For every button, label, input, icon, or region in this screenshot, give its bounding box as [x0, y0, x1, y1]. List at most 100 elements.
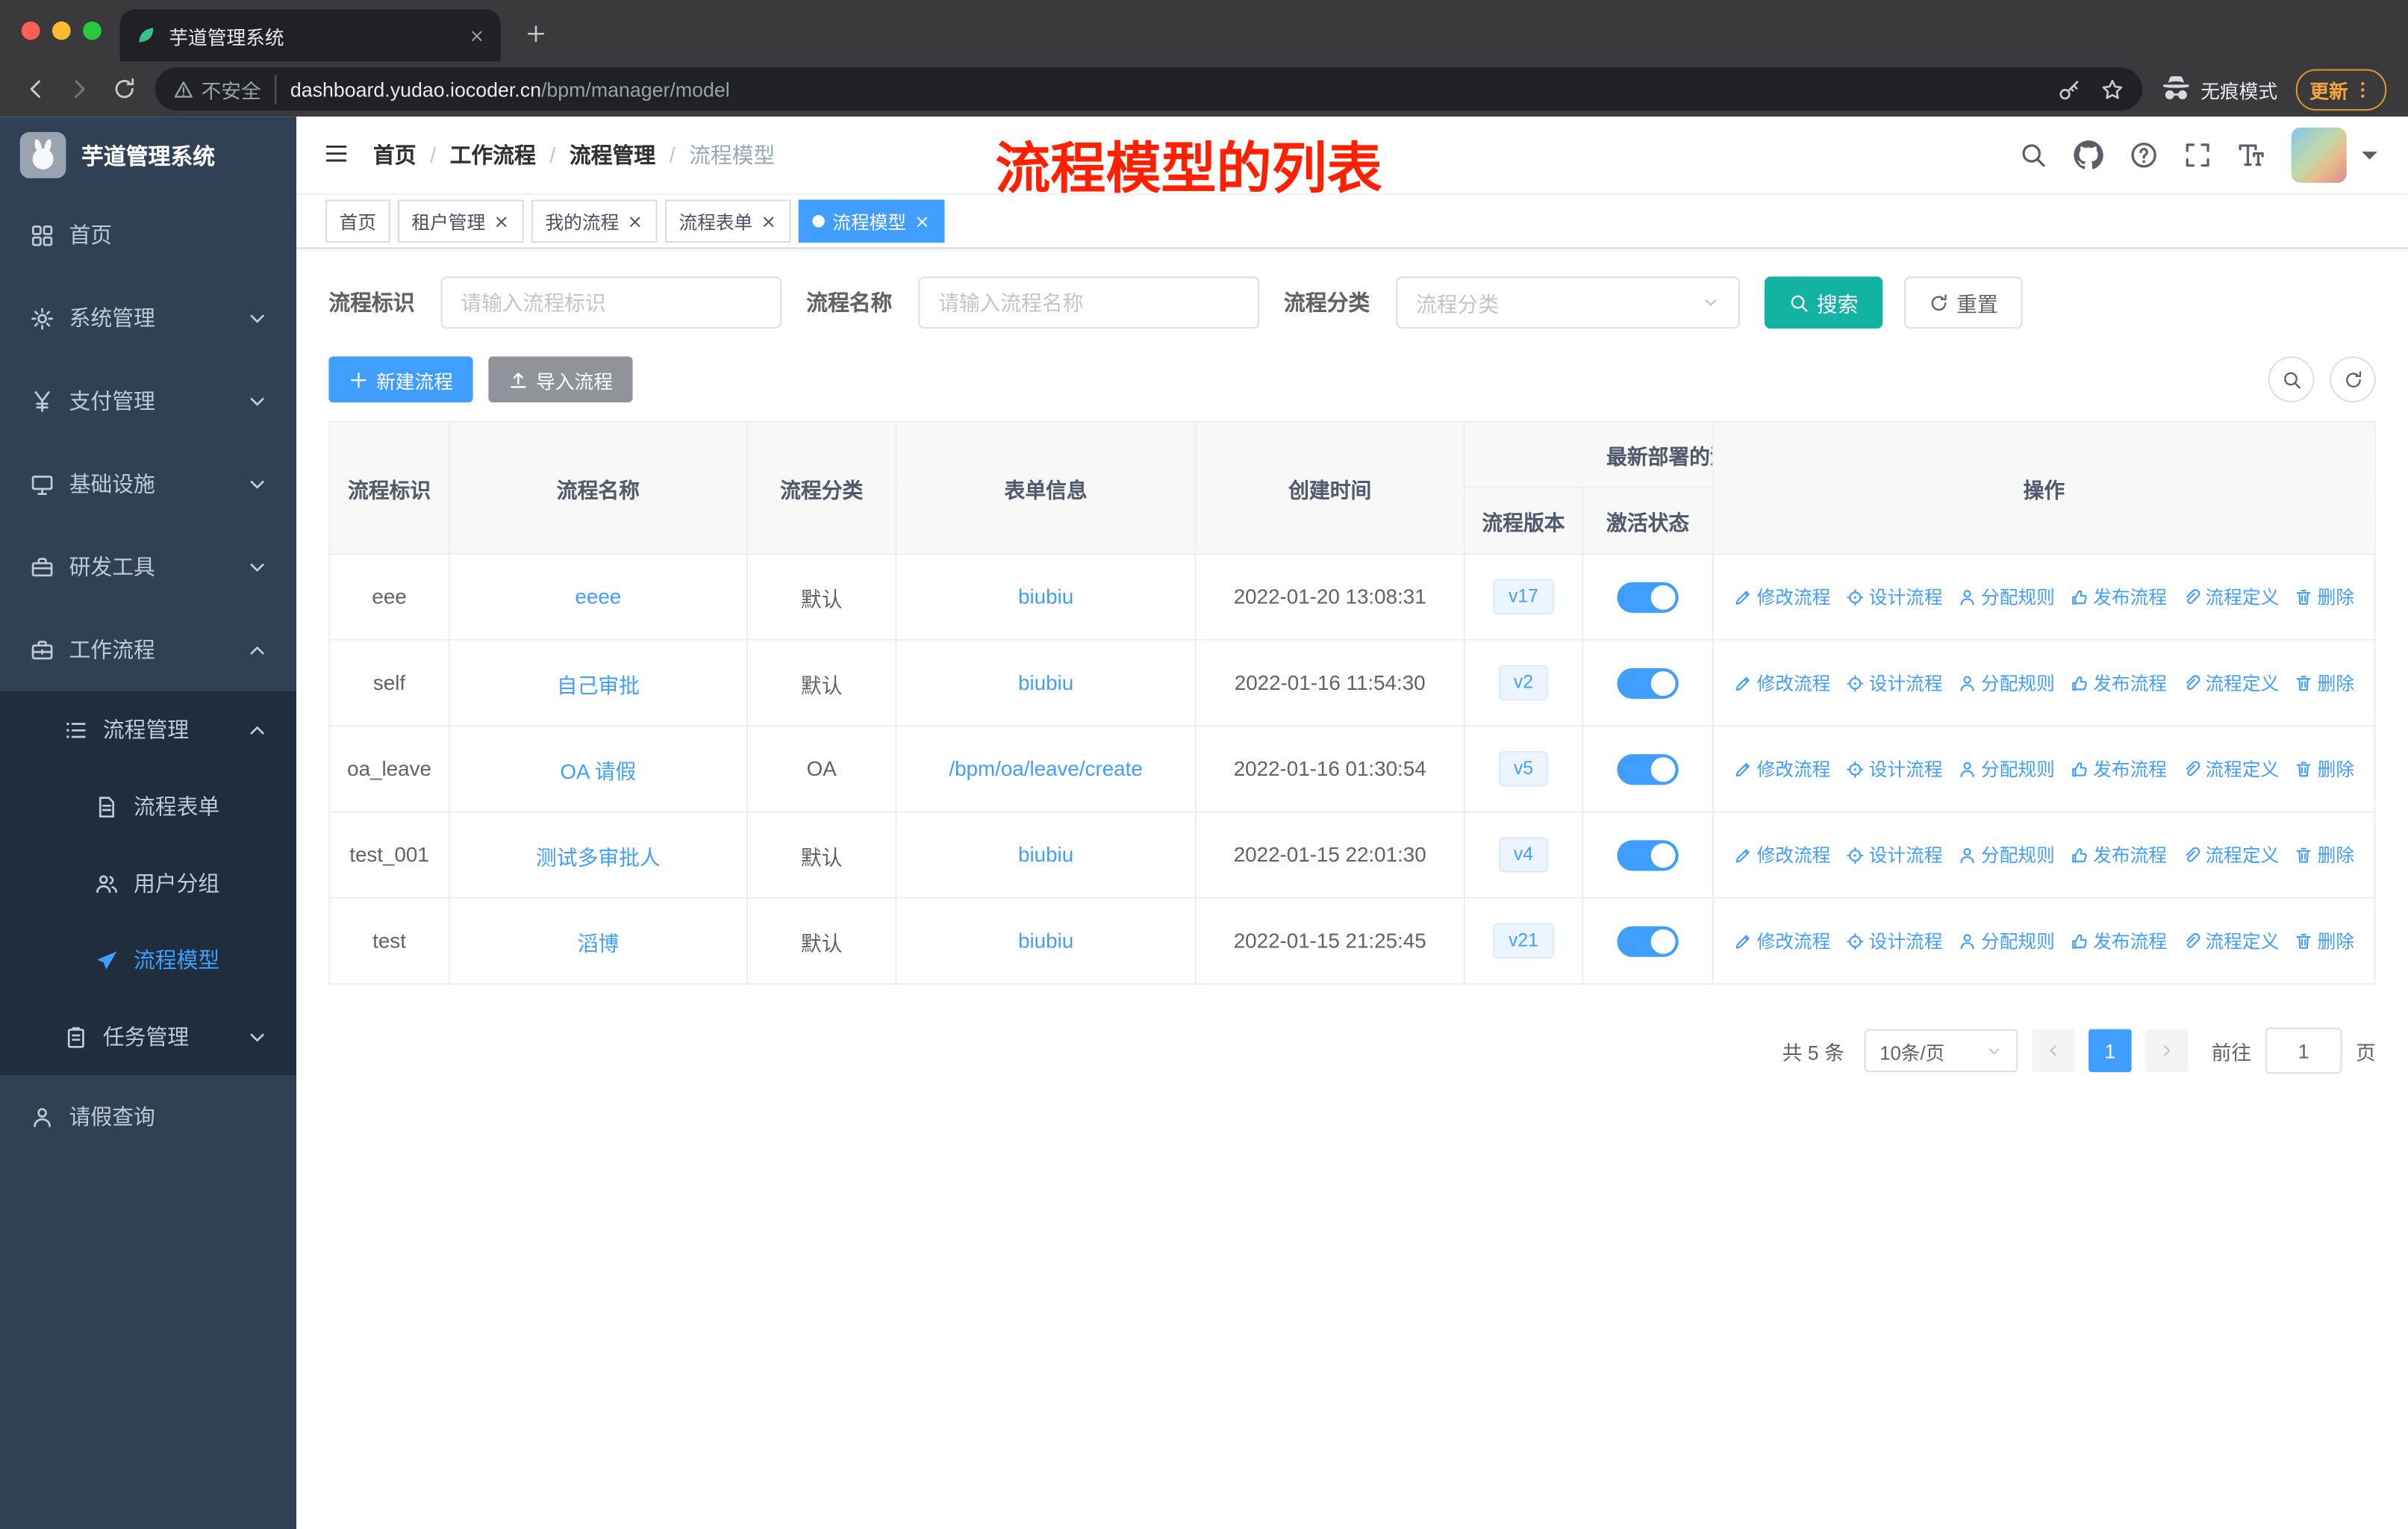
- action-definition-link[interactable]: 流程定义: [2183, 584, 2279, 610]
- action-delete-link[interactable]: 删除: [2295, 928, 2354, 954]
- sidebar-item-process-management[interactable]: 流程管理: [0, 691, 297, 768]
- bookmark-star-icon[interactable]: [2100, 78, 2124, 101]
- action-design-link[interactable]: 设计流程: [1846, 670, 1943, 696]
- close-window-button[interactable]: [21, 21, 40, 40]
- close-icon[interactable]: [493, 213, 510, 230]
- action-delete-link[interactable]: 删除: [2295, 670, 2354, 696]
- zoom-window-button[interactable]: [83, 21, 102, 40]
- close-icon[interactable]: [627, 213, 644, 230]
- tab-process-form[interactable]: 流程表单: [664, 199, 791, 243]
- action-design-link[interactable]: 设计流程: [1846, 756, 1943, 782]
- font-size-icon[interactable]: [2238, 141, 2265, 169]
- sidebar-item-infrastructure[interactable]: 基础设施: [0, 443, 296, 526]
- refresh-table-button[interactable]: [2330, 356, 2376, 403]
- next-page-button[interactable]: [2145, 1029, 2189, 1073]
- sidebar-item-payment[interactable]: 支付管理: [0, 359, 296, 442]
- action-publish-link[interactable]: 发布流程: [2070, 584, 2167, 610]
- action-delete-link[interactable]: 删除: [2295, 841, 2354, 868]
- form-info-link[interactable]: biubiu: [1018, 671, 1073, 694]
- page-size-select[interactable]: 10条/页: [1864, 1029, 2018, 1073]
- fullscreen-icon[interactable]: [2184, 141, 2212, 169]
- action-publish-link[interactable]: 发布流程: [2070, 928, 2167, 954]
- action-edit-link[interactable]: 修改流程: [1734, 928, 1830, 954]
- sidebar-item-process-model[interactable]: 流程模型: [0, 921, 297, 999]
- form-info-link[interactable]: /bpm/oa/leave/create: [949, 757, 1142, 780]
- form-info-link[interactable]: biubiu: [1018, 585, 1073, 608]
- action-assign-link[interactable]: 分配规则: [1958, 584, 2055, 610]
- sidebar-item-dev-tools[interactable]: 研发工具: [0, 526, 296, 608]
- process-name-link[interactable]: 滔博: [578, 932, 620, 955]
- form-info-link[interactable]: biubiu: [1018, 929, 1073, 953]
- github-icon[interactable]: [2073, 140, 2103, 170]
- action-definition-link[interactable]: 流程定义: [2183, 928, 2279, 954]
- action-edit-link[interactable]: 修改流程: [1734, 670, 1830, 696]
- tab-tenant[interactable]: 租户管理: [397, 199, 524, 243]
- action-publish-link[interactable]: 发布流程: [2070, 670, 2167, 696]
- breadcrumb-item[interactable]: 首页: [373, 140, 417, 170]
- action-definition-link[interactable]: 流程定义: [2183, 841, 2279, 868]
- action-assign-link[interactable]: 分配规则: [1958, 756, 2055, 782]
- action-design-link[interactable]: 设计流程: [1846, 928, 1943, 954]
- user-menu[interactable]: [2291, 127, 2383, 183]
- action-publish-link[interactable]: 发布流程: [2070, 756, 2167, 782]
- process-key-input[interactable]: [440, 276, 782, 329]
- tab-process-model[interactable]: 流程模型: [798, 199, 945, 243]
- action-design-link[interactable]: 设计流程: [1846, 584, 1943, 610]
- password-key-icon[interactable]: [2058, 78, 2081, 101]
- sidebar-item-task-management[interactable]: 任务管理: [0, 998, 297, 1076]
- create-process-button[interactable]: 新建流程: [328, 356, 473, 403]
- forward-button[interactable]: [66, 76, 92, 102]
- action-edit-link[interactable]: 修改流程: [1734, 756, 1830, 782]
- action-delete-link[interactable]: 删除: [2295, 756, 2354, 782]
- reload-button[interactable]: [110, 76, 137, 102]
- action-publish-link[interactable]: 发布流程: [2070, 841, 2167, 868]
- close-icon[interactable]: [914, 213, 931, 230]
- action-definition-link[interactable]: 流程定义: [2183, 756, 2279, 782]
- active-toggle[interactable]: [1617, 839, 1679, 871]
- security-chip[interactable]: 不安全: [173, 74, 277, 104]
- sidebar-toggle-button[interactable]: [321, 140, 350, 169]
- close-icon[interactable]: [761, 213, 778, 230]
- browser-update-button[interactable]: 更新: [2295, 68, 2387, 110]
- page-number-button[interactable]: 1: [2088, 1029, 2132, 1073]
- action-edit-link[interactable]: 修改流程: [1734, 584, 1830, 610]
- tab-my-process[interactable]: 我的流程: [531, 199, 658, 243]
- process-name-input[interactable]: [918, 276, 1260, 329]
- tab-home[interactable]: 首页: [325, 199, 390, 243]
- browser-tab[interactable]: 芋道管理系统: [119, 9, 501, 62]
- sidebar-item-process-form[interactable]: 流程表单: [0, 767, 297, 845]
- search-button[interactable]: 搜索: [1764, 276, 1883, 329]
- process-name-link[interactable]: 自己审批: [557, 673, 640, 697]
- sidebar-logo[interactable]: 芋道管理系统: [0, 116, 296, 193]
- action-design-link[interactable]: 设计流程: [1846, 841, 1943, 868]
- active-toggle[interactable]: [1617, 753, 1679, 785]
- action-delete-link[interactable]: 删除: [2295, 584, 2354, 610]
- tab-close-icon[interactable]: [469, 27, 486, 44]
- import-process-button[interactable]: 导入流程: [488, 356, 633, 403]
- toggle-search-button[interactable]: [2268, 356, 2315, 403]
- process-name-link[interactable]: 测试多审批人: [536, 846, 661, 869]
- active-toggle[interactable]: [1617, 581, 1679, 612]
- breadcrumb-item[interactable]: 流程管理: [570, 140, 655, 170]
- form-info-link[interactable]: biubiu: [1018, 844, 1073, 867]
- new-tab-button[interactable]: [516, 14, 555, 54]
- active-toggle[interactable]: [1617, 925, 1679, 956]
- sidebar-item-leave-query[interactable]: 请假查询: [0, 1075, 296, 1158]
- action-assign-link[interactable]: 分配规则: [1958, 670, 2055, 696]
- back-button[interactable]: [22, 76, 48, 102]
- action-assign-link[interactable]: 分配规则: [1958, 841, 2055, 868]
- sidebar-item-workflow[interactable]: 工作流程: [0, 608, 296, 691]
- action-edit-link[interactable]: 修改流程: [1734, 841, 1830, 868]
- active-toggle[interactable]: [1617, 667, 1679, 699]
- sidebar-item-system[interactable]: 系统管理: [0, 276, 296, 359]
- category-select[interactable]: 流程分类: [1396, 276, 1741, 329]
- prev-page-button[interactable]: [2031, 1029, 2075, 1073]
- goto-page-input[interactable]: [2265, 1027, 2342, 1074]
- reset-button[interactable]: 重置: [1904, 276, 2023, 329]
- minimize-window-button[interactable]: [52, 21, 71, 40]
- breadcrumb-item[interactable]: 工作流程: [450, 140, 536, 170]
- help-icon[interactable]: [2130, 141, 2158, 169]
- address-bar[interactable]: 不安全 dashboard.yudao.iocoder.cn/bpm/manag…: [155, 67, 2143, 111]
- action-definition-link[interactable]: 流程定义: [2183, 670, 2279, 696]
- search-icon[interactable]: [2019, 141, 2047, 169]
